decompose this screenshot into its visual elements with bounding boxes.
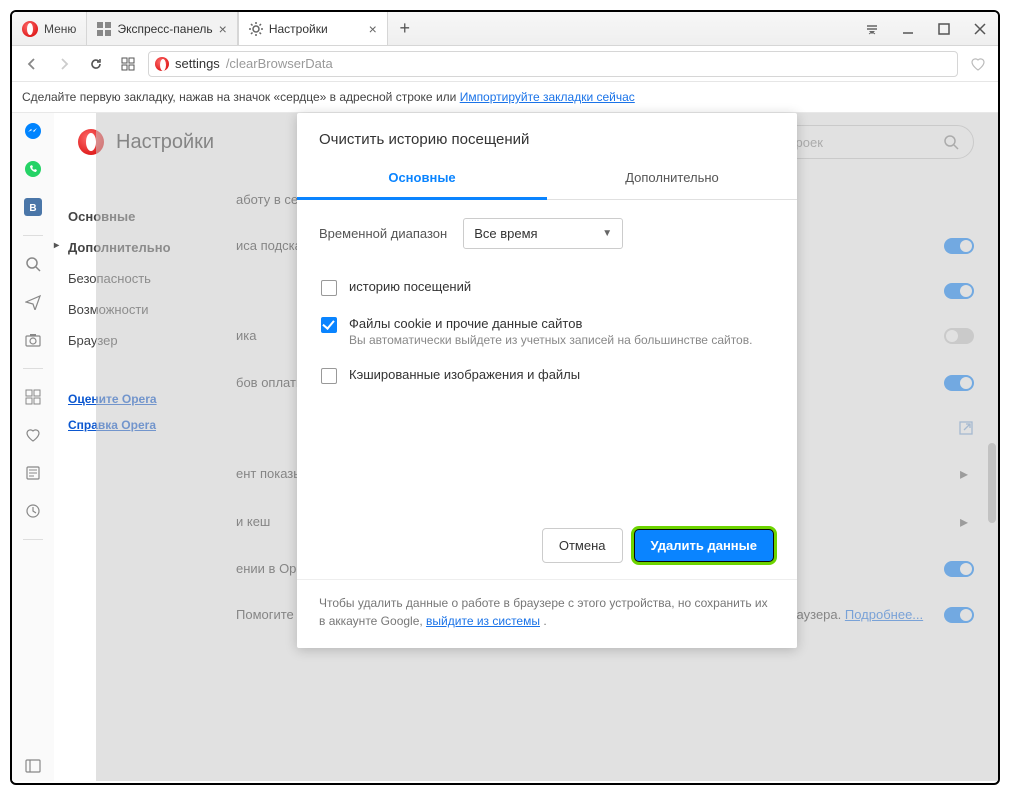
gear-icon bbox=[249, 22, 263, 36]
tab-basic[interactable]: Основные bbox=[297, 158, 547, 200]
camera-icon[interactable] bbox=[23, 330, 43, 350]
time-range-label: Временной диапазон bbox=[319, 226, 447, 241]
send-icon[interactable] bbox=[23, 292, 43, 312]
close-icon[interactable]: × bbox=[369, 21, 377, 37]
address-bar: settings/clearBrowserData bbox=[12, 46, 998, 82]
chevron-down-icon: ▼ bbox=[602, 228, 612, 239]
minimize-icon[interactable] bbox=[890, 12, 926, 46]
new-tab-button[interactable]: + bbox=[388, 12, 422, 45]
bookmark-hint-text: Сделайте первую закладку, нажав на значо… bbox=[22, 90, 460, 104]
tab-speed-dial[interactable]: Экспресс-панель × bbox=[86, 12, 237, 45]
menu-label: Меню bbox=[44, 22, 76, 36]
option-sublabel: Вы автоматически выйдете из учетных запи… bbox=[349, 333, 752, 347]
bookmark-hint: Сделайте первую закладку, нажав на значо… bbox=[12, 82, 998, 113]
whatsapp-icon[interactable] bbox=[23, 159, 43, 179]
speed-dial-icon bbox=[97, 22, 111, 36]
vk-icon[interactable]: B bbox=[23, 197, 43, 217]
url-path: /clearBrowserData bbox=[226, 56, 333, 71]
speed-dial-button[interactable] bbox=[116, 52, 140, 76]
window-controls bbox=[854, 12, 998, 45]
content: Настройки Поиск настроек Основные Дополн… bbox=[54, 113, 998, 781]
option-label: Кэшированные изображения и файлы bbox=[349, 367, 580, 382]
window-menu-icon[interactable] bbox=[854, 12, 890, 46]
news-icon[interactable] bbox=[23, 463, 43, 483]
modal-footer: Чтобы удалить данные о работе в браузере… bbox=[297, 579, 797, 648]
left-rail: B bbox=[12, 113, 54, 781]
bookmark-heart-icon[interactable] bbox=[966, 52, 990, 76]
checkbox[interactable] bbox=[321, 317, 337, 333]
opera-icon bbox=[22, 21, 38, 37]
tab-settings[interactable]: Настройки × bbox=[238, 12, 388, 45]
bookmark-hint-link[interactable]: Импортируйте закладки сейчас bbox=[460, 90, 635, 104]
option-label: Файлы cookie и прочие данные сайтов bbox=[349, 316, 752, 331]
menu-button[interactable]: Меню bbox=[12, 12, 86, 45]
messenger-icon[interactable] bbox=[23, 121, 43, 141]
search-icon[interactable] bbox=[23, 254, 43, 274]
svg-text:B: B bbox=[29, 203, 36, 214]
grid-icon[interactable] bbox=[23, 387, 43, 407]
titlebar: Меню Экспресс-панель × Настройки × + bbox=[12, 12, 998, 46]
modal-title: Очистить историю посещений bbox=[297, 113, 797, 158]
delete-data-button[interactable]: Удалить данные bbox=[633, 528, 776, 563]
tab-label: Настройки bbox=[269, 22, 328, 36]
option-cache[interactable]: Кэшированные изображения и файлы bbox=[319, 357, 775, 394]
modal-tabs: Основные Дополнительно bbox=[297, 158, 797, 200]
sign-out-link[interactable]: выйдите из системы bbox=[426, 614, 540, 628]
checkbox[interactable] bbox=[321, 368, 337, 384]
reload-button[interactable] bbox=[84, 52, 108, 76]
time-range-select[interactable]: Все время ▼ bbox=[463, 218, 623, 249]
rail-separator bbox=[23, 368, 43, 369]
modal-actions: Отмена Удалить данные bbox=[297, 512, 797, 579]
heart-icon[interactable] bbox=[23, 425, 43, 445]
tab-label: Экспресс-панель bbox=[117, 22, 212, 36]
time-range-value: Все время bbox=[474, 226, 537, 241]
modal-overlay: Очистить историю посещений Основные Допо… bbox=[96, 113, 998, 781]
checkbox[interactable] bbox=[321, 280, 337, 296]
clear-data-modal: Очистить историю посещений Основные Допо… bbox=[297, 113, 797, 648]
option-label: историю посещений bbox=[349, 279, 471, 294]
clock-icon[interactable] bbox=[23, 501, 43, 521]
option-cookies[interactable]: Файлы cookie и прочие данные сайтов Вы а… bbox=[319, 306, 775, 357]
modal-body: Временной диапазон Все время ▼ историю п… bbox=[297, 200, 797, 512]
close-icon[interactable]: × bbox=[219, 21, 227, 37]
main-area: B Настройки Поиск настроек bbox=[12, 113, 998, 781]
rail-separator bbox=[23, 539, 43, 540]
option-history[interactable]: историю посещений bbox=[319, 269, 775, 306]
url-protocol: settings bbox=[175, 56, 220, 71]
rail-separator bbox=[23, 235, 43, 236]
opera-url-icon bbox=[155, 57, 169, 71]
time-range-row: Временной диапазон Все время ▼ bbox=[319, 218, 775, 249]
panel-icon[interactable] bbox=[23, 761, 43, 781]
close-window-icon[interactable] bbox=[962, 12, 998, 46]
tab-advanced[interactable]: Дополнительно bbox=[547, 158, 797, 200]
back-button[interactable] bbox=[20, 52, 44, 76]
cancel-button[interactable]: Отмена bbox=[542, 528, 623, 563]
forward-button[interactable] bbox=[52, 52, 76, 76]
address-field[interactable]: settings/clearBrowserData bbox=[148, 51, 958, 77]
maximize-icon[interactable] bbox=[926, 12, 962, 46]
